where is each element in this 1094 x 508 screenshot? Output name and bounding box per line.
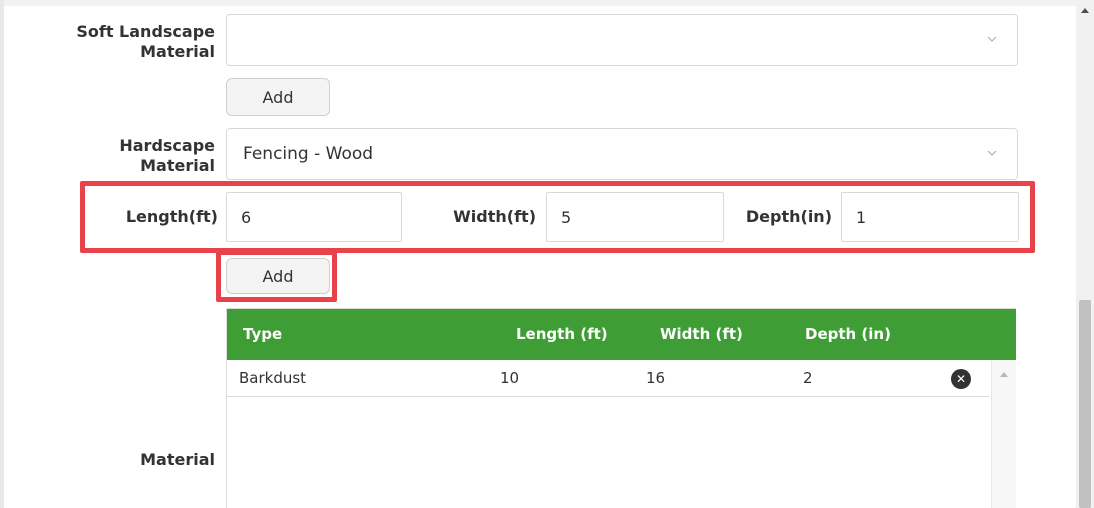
cell-length: 10 [500,369,520,387]
hardscape-label: Hardscape Material [40,136,215,176]
scroll-up-arrow-icon[interactable] [1081,8,1089,13]
page-scrollbar[interactable] [1076,0,1094,508]
cell-type: Barkdust [239,369,307,387]
material-table: Type Length (ft) Width (ft) Depth (in) B… [226,308,1016,508]
table-scrollbar[interactable] [991,360,1016,508]
hardscape-label-line1: Hardscape [119,136,215,155]
window-left-edge [0,0,4,508]
scroll-up-arrow-icon[interactable] [1000,372,1008,377]
chevron-down-icon [987,36,997,42]
soft-landscape-add-button[interactable]: Add [226,78,330,116]
add-button-highlight [216,250,337,302]
soft-landscape-label: Soft Landscape Material [40,22,215,62]
material-label: Material [140,450,215,469]
dimensions-highlight [80,181,1035,253]
cell-width: 16 [646,369,666,387]
cell-depth: 2 [803,369,813,387]
window-top-edge [0,0,1094,6]
scrollbar-thumb[interactable] [1079,300,1091,508]
table-header: Type Length (ft) Width (ft) Depth (in) [227,309,1016,360]
header-length: Length (ft) [516,325,608,343]
soft-landscape-select[interactable] [226,14,1018,66]
header-depth: Depth (in) [805,325,891,343]
hardscape-select[interactable]: Fencing - Wood [226,128,1018,180]
soft-landscape-label-line1: Soft Landscape [76,22,215,41]
soft-landscape-label-line2: Material [140,42,215,61]
close-icon[interactable]: ✕ [951,369,971,389]
hardscape-label-line2: Material [140,156,215,175]
chevron-down-icon [987,150,997,156]
hardscape-select-value: Fencing - Wood [243,144,374,164]
header-type: Type [243,325,283,343]
table-row: Barkdust 10 16 2 ✕ [227,360,989,397]
header-width: Width (ft) [660,325,743,343]
